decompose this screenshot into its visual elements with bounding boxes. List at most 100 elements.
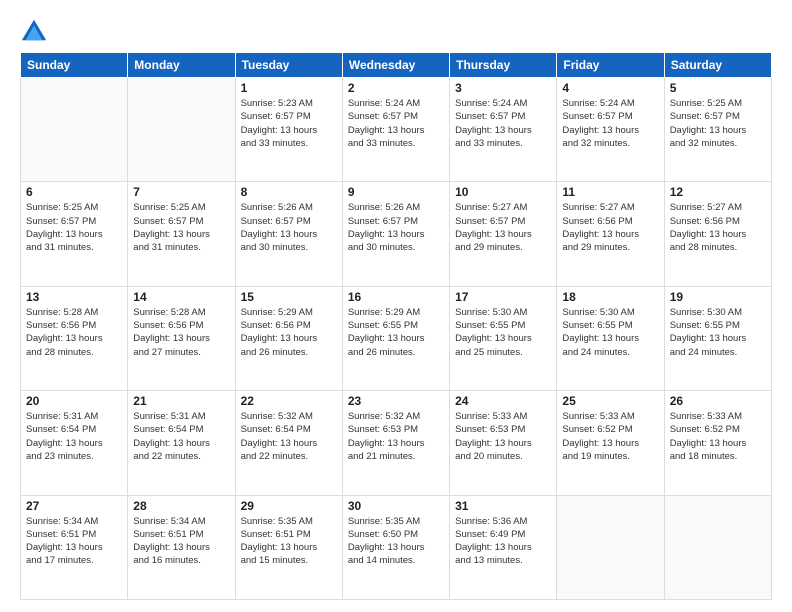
logo: [20, 16, 52, 44]
calendar-cell: 18 Sunrise: 5:30 AM Sunset: 6:55 PM Dayli…: [557, 286, 664, 390]
day-number: 8: [241, 185, 337, 199]
day-number: 24: [455, 394, 551, 408]
day-info: Sunrise: 5:24 AM Sunset: 6:57 PM Dayligh…: [348, 97, 444, 150]
day-info: Sunrise: 5:24 AM Sunset: 6:57 PM Dayligh…: [562, 97, 658, 150]
day-number: 11: [562, 185, 658, 199]
week-row-5: 27 Sunrise: 5:34 AM Sunset: 6:51 PM Dayli…: [21, 495, 772, 599]
day-info: Sunrise: 5:35 AM Sunset: 6:51 PM Dayligh…: [241, 515, 337, 568]
day-info: Sunrise: 5:36 AM Sunset: 6:49 PM Dayligh…: [455, 515, 551, 568]
day-number: 17: [455, 290, 551, 304]
day-info: Sunrise: 5:27 AM Sunset: 6:56 PM Dayligh…: [670, 201, 766, 254]
calendar-cell: 1 Sunrise: 5:23 AM Sunset: 6:57 PM Daylig…: [235, 78, 342, 182]
calendar-cell: 13 Sunrise: 5:28 AM Sunset: 6:56 PM Dayli…: [21, 286, 128, 390]
calendar-cell: 15 Sunrise: 5:29 AM Sunset: 6:56 PM Dayli…: [235, 286, 342, 390]
day-number: 16: [348, 290, 444, 304]
weekday-wednesday: Wednesday: [342, 53, 449, 78]
day-info: Sunrise: 5:34 AM Sunset: 6:51 PM Dayligh…: [26, 515, 122, 568]
day-number: 9: [348, 185, 444, 199]
day-info: Sunrise: 5:30 AM Sunset: 6:55 PM Dayligh…: [670, 306, 766, 359]
day-number: 12: [670, 185, 766, 199]
day-info: Sunrise: 5:29 AM Sunset: 6:55 PM Dayligh…: [348, 306, 444, 359]
calendar-cell: 31Sunrise: 5:36 AM Sunset: 6:49 PM Dayli…: [450, 495, 557, 599]
calendar-cell: 28 Sunrise: 5:34 AM Sunset: 6:51 PM Dayli…: [128, 495, 235, 599]
calendar-cell: 21Sunrise: 5:31 AM Sunset: 6:54 PM Dayli…: [128, 391, 235, 495]
day-info: Sunrise: 5:25 AM Sunset: 6:57 PM Dayligh…: [133, 201, 229, 254]
day-number: 25: [562, 394, 658, 408]
day-info: Sunrise: 5:30 AM Sunset: 6:55 PM Dayligh…: [455, 306, 551, 359]
calendar-cell: [128, 78, 235, 182]
day-number: 3: [455, 81, 551, 95]
day-info: Sunrise: 5:31 AM Sunset: 6:54 PM Dayligh…: [133, 410, 229, 463]
day-info: Sunrise: 5:29 AM Sunset: 6:56 PM Dayligh…: [241, 306, 337, 359]
day-number: 22: [241, 394, 337, 408]
calendar-cell: 8 Sunrise: 5:26 AM Sunset: 6:57 PM Daylig…: [235, 182, 342, 286]
day-number: 19: [670, 290, 766, 304]
calendar-cell: 27 Sunrise: 5:34 AM Sunset: 6:51 PM Dayli…: [21, 495, 128, 599]
day-number: 23: [348, 394, 444, 408]
day-number: 10: [455, 185, 551, 199]
calendar-cell: 14Sunrise: 5:28 AM Sunset: 6:56 PM Dayli…: [128, 286, 235, 390]
day-info: Sunrise: 5:32 AM Sunset: 6:54 PM Dayligh…: [241, 410, 337, 463]
page: SundayMondayTuesdayWednesdayThursdayFrid…: [0, 0, 792, 612]
week-row-2: 6Sunrise: 5:25 AM Sunset: 6:57 PM Daylig…: [21, 182, 772, 286]
day-info: Sunrise: 5:26 AM Sunset: 6:57 PM Dayligh…: [241, 201, 337, 254]
calendar-cell: [664, 495, 771, 599]
day-info: Sunrise: 5:26 AM Sunset: 6:57 PM Dayligh…: [348, 201, 444, 254]
weekday-header-row: SundayMondayTuesdayWednesdayThursdayFrid…: [21, 53, 772, 78]
day-number: 29: [241, 499, 337, 513]
calendar-cell: 25 Sunrise: 5:33 AM Sunset: 6:52 PM Dayli…: [557, 391, 664, 495]
day-number: 20: [26, 394, 122, 408]
day-info: Sunrise: 5:30 AM Sunset: 6:55 PM Dayligh…: [562, 306, 658, 359]
calendar-cell: 4 Sunrise: 5:24 AM Sunset: 6:57 PM Daylig…: [557, 78, 664, 182]
calendar-cell: 22 Sunrise: 5:32 AM Sunset: 6:54 PM Dayli…: [235, 391, 342, 495]
calendar-cell: 12 Sunrise: 5:27 AM Sunset: 6:56 PM Dayli…: [664, 182, 771, 286]
calendar-cell: [21, 78, 128, 182]
day-info: Sunrise: 5:24 AM Sunset: 6:57 PM Dayligh…: [455, 97, 551, 150]
day-number: 28: [133, 499, 229, 513]
day-number: 1: [241, 81, 337, 95]
calendar-cell: 7 Sunrise: 5:25 AM Sunset: 6:57 PM Daylig…: [128, 182, 235, 286]
day-number: 18: [562, 290, 658, 304]
day-number: 13: [26, 290, 122, 304]
day-info: Sunrise: 5:33 AM Sunset: 6:52 PM Dayligh…: [562, 410, 658, 463]
day-number: 7: [133, 185, 229, 199]
week-row-3: 13 Sunrise: 5:28 AM Sunset: 6:56 PM Dayli…: [21, 286, 772, 390]
day-info: Sunrise: 5:34 AM Sunset: 6:51 PM Dayligh…: [133, 515, 229, 568]
day-info: Sunrise: 5:33 AM Sunset: 6:53 PM Dayligh…: [455, 410, 551, 463]
day-number: 4: [562, 81, 658, 95]
day-info: Sunrise: 5:32 AM Sunset: 6:53 PM Dayligh…: [348, 410, 444, 463]
day-number: 30: [348, 499, 444, 513]
calendar: SundayMondayTuesdayWednesdayThursdayFrid…: [20, 52, 772, 600]
calendar-cell: 17 Sunrise: 5:30 AM Sunset: 6:55 PM Dayli…: [450, 286, 557, 390]
calendar-cell: 26 Sunrise: 5:33 AM Sunset: 6:52 PM Dayli…: [664, 391, 771, 495]
calendar-cell: 16 Sunrise: 5:29 AM Sunset: 6:55 PM Dayli…: [342, 286, 449, 390]
week-row-4: 20 Sunrise: 5:31 AM Sunset: 6:54 PM Dayli…: [21, 391, 772, 495]
day-number: 27: [26, 499, 122, 513]
day-info: Sunrise: 5:28 AM Sunset: 6:56 PM Dayligh…: [26, 306, 122, 359]
weekday-thursday: Thursday: [450, 53, 557, 78]
calendar-cell: 10Sunrise: 5:27 AM Sunset: 6:57 PM Dayli…: [450, 182, 557, 286]
calendar-cell: 20 Sunrise: 5:31 AM Sunset: 6:54 PM Dayli…: [21, 391, 128, 495]
calendar-cell: 11 Sunrise: 5:27 AM Sunset: 6:56 PM Dayli…: [557, 182, 664, 286]
header: [20, 16, 772, 44]
calendar-cell: 2 Sunrise: 5:24 AM Sunset: 6:57 PM Daylig…: [342, 78, 449, 182]
weekday-friday: Friday: [557, 53, 664, 78]
calendar-cell: 23 Sunrise: 5:32 AM Sunset: 6:53 PM Dayli…: [342, 391, 449, 495]
calendar-cell: 29 Sunrise: 5:35 AM Sunset: 6:51 PM Dayli…: [235, 495, 342, 599]
calendar-cell: 30Sunrise: 5:35 AM Sunset: 6:50 PM Dayli…: [342, 495, 449, 599]
calendar-cell: 3 Sunrise: 5:24 AM Sunset: 6:57 PM Daylig…: [450, 78, 557, 182]
weekday-sunday: Sunday: [21, 53, 128, 78]
week-row-1: 1 Sunrise: 5:23 AM Sunset: 6:57 PM Daylig…: [21, 78, 772, 182]
day-info: Sunrise: 5:25 AM Sunset: 6:57 PM Dayligh…: [670, 97, 766, 150]
day-info: Sunrise: 5:25 AM Sunset: 6:57 PM Dayligh…: [26, 201, 122, 254]
calendar-cell: 5Sunrise: 5:25 AM Sunset: 6:57 PM Daylig…: [664, 78, 771, 182]
day-info: Sunrise: 5:27 AM Sunset: 6:56 PM Dayligh…: [562, 201, 658, 254]
day-number: 26: [670, 394, 766, 408]
day-info: Sunrise: 5:31 AM Sunset: 6:54 PM Dayligh…: [26, 410, 122, 463]
day-number: 2: [348, 81, 444, 95]
calendar-cell: [557, 495, 664, 599]
day-number: 15: [241, 290, 337, 304]
logo-icon: [20, 16, 48, 44]
day-info: Sunrise: 5:33 AM Sunset: 6:52 PM Dayligh…: [670, 410, 766, 463]
day-info: Sunrise: 5:23 AM Sunset: 6:57 PM Dayligh…: [241, 97, 337, 150]
